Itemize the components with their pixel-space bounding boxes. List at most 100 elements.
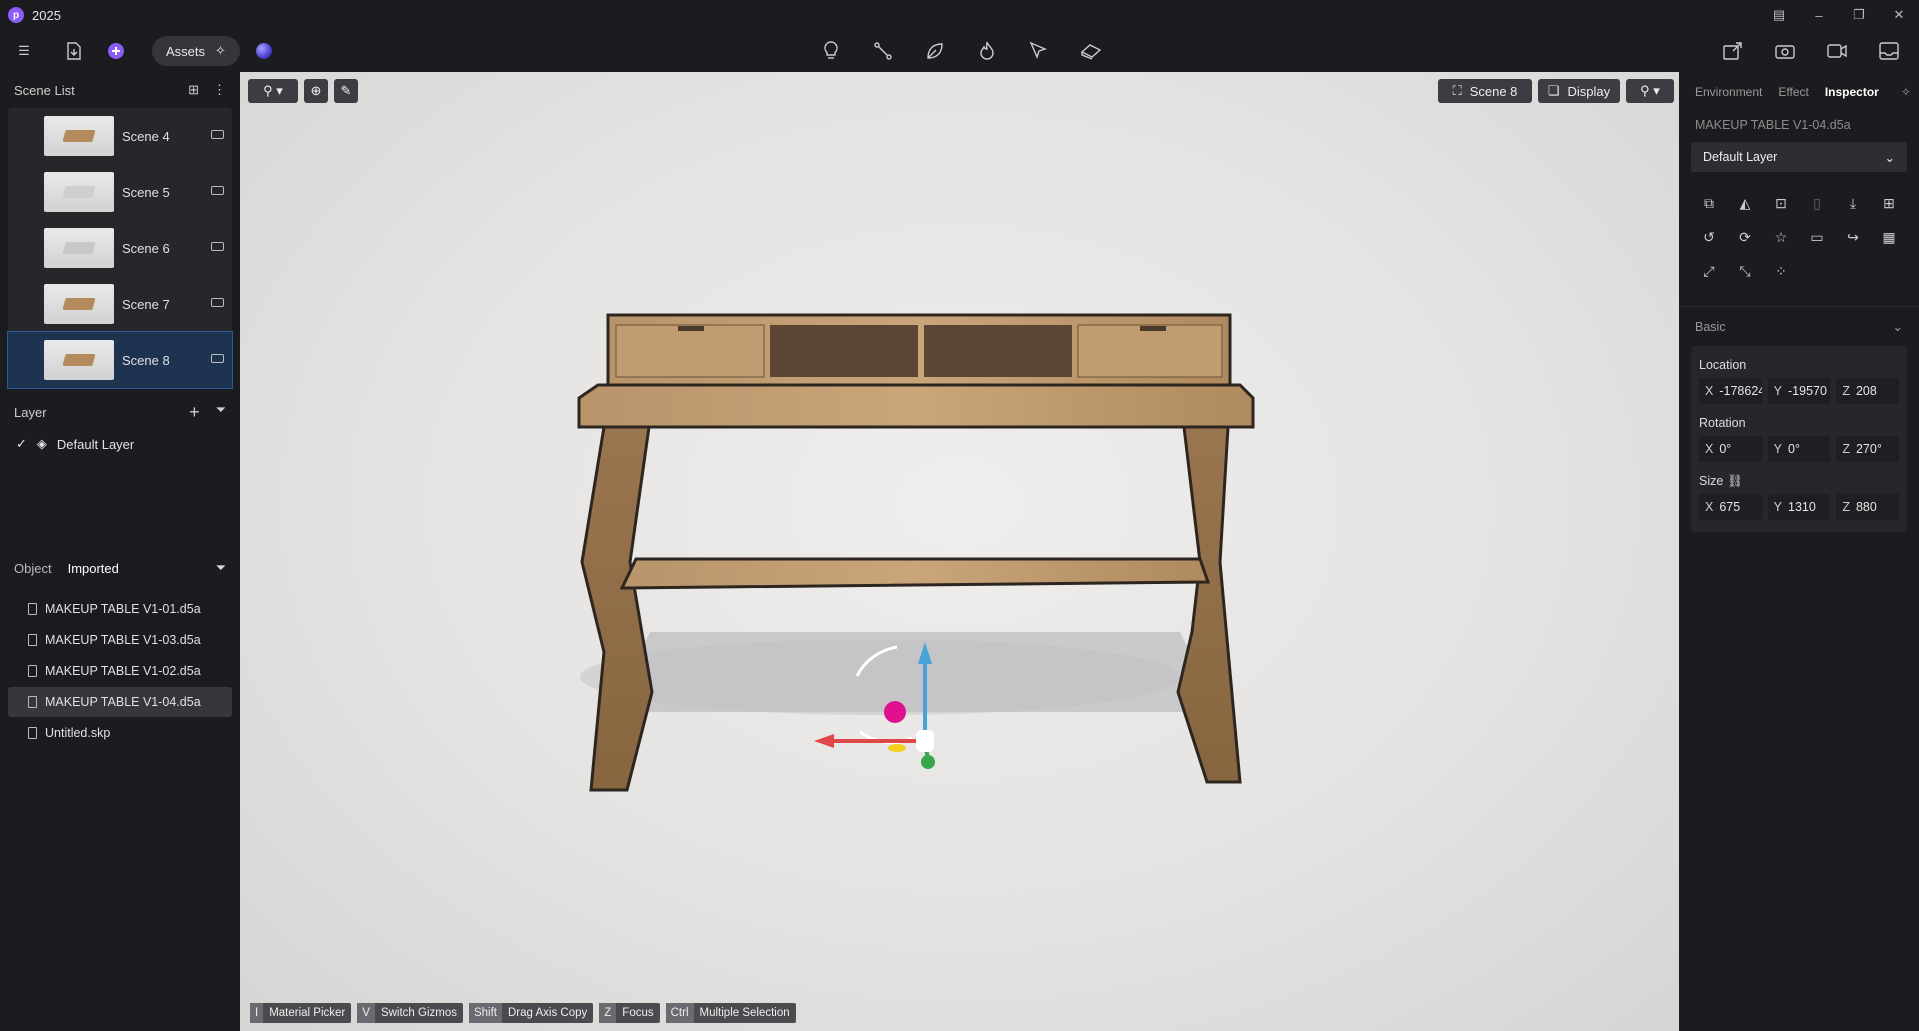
scene-item[interactable]: Scene 4 xyxy=(8,108,232,164)
scene-list-header: Scene List ⊞ ⋮ xyxy=(0,72,240,108)
select-paint-icon[interactable] xyxy=(1023,35,1055,67)
scene-camera-icon[interactable] xyxy=(211,354,224,363)
layer-item[interactable]: ✓ ◈ Default Layer xyxy=(0,430,240,458)
assets-button[interactable]: Assets ✧ xyxy=(152,36,240,66)
title-bar: p 2025 ▤ – ❐ ✕ xyxy=(0,0,1919,30)
menu-icon[interactable]: ☰ xyxy=(8,35,40,67)
layer-select[interactable]: Default Layer ⌄ xyxy=(1691,142,1907,172)
scene-item[interactable]: Scene 7 xyxy=(8,276,232,332)
array-icon[interactable]: ▦ xyxy=(1871,220,1907,254)
leaf-icon[interactable] xyxy=(919,35,951,67)
focus-object-icon[interactable]: ⊡ xyxy=(1763,186,1799,220)
hint-key: Z xyxy=(599,1003,617,1023)
hint-item: Shift Drag Axis Copy xyxy=(468,1003,594,1023)
filter-icon[interactable]: ⏷ xyxy=(216,402,226,423)
tab-effect[interactable]: Effect xyxy=(1778,85,1808,99)
fire-icon[interactable] xyxy=(971,35,1003,67)
output-tools xyxy=(1717,35,1905,67)
size-label: Size xyxy=(1699,474,1724,488)
location-z-field[interactable]: Z 208 xyxy=(1836,378,1900,404)
file-item[interactable]: MAKEUP TABLE V1-03.d5a xyxy=(8,625,232,655)
transform-properties: Location X -178624 Y -19570 Z 208 Rotation … xyxy=(1691,346,1907,532)
shortcut-hints: I Material Picker V Switch Gizmos Shift Dra… xyxy=(250,1003,796,1023)
hint-label: Drag Axis Copy xyxy=(508,1007,588,1019)
makeup-table-model[interactable] xyxy=(240,72,1679,1031)
sparkle-icon[interactable]: ✧ xyxy=(1901,85,1911,99)
light-bulb-icon[interactable] xyxy=(815,35,847,67)
render-tray-icon[interactable] xyxy=(1873,35,1905,67)
scale-icon[interactable]: ⤢ xyxy=(1691,254,1727,288)
path-tool-icon[interactable] xyxy=(867,35,899,67)
checkmark-icon[interactable]: ✓ xyxy=(16,436,27,452)
height-icon[interactable]: ▯ xyxy=(1799,186,1835,220)
basic-section-header[interactable]: Basic ⌄ xyxy=(1679,306,1919,346)
close-icon[interactable]: ✕ xyxy=(1879,7,1919,23)
object-filter[interactable]: Imported xyxy=(68,561,119,576)
camera-icon[interactable] xyxy=(1769,35,1801,67)
chevron-down-icon: ⌄ xyxy=(1892,320,1903,334)
scene-camera-icon[interactable] xyxy=(211,130,224,139)
folder-icon[interactable]: ▭ xyxy=(1799,220,1835,254)
eraser-icon[interactable] xyxy=(1075,35,1107,67)
window-controls: ▤ – ❐ ✕ xyxy=(1759,0,1919,30)
object-tools-grid: ⧉ ◭ ⊡ ▯ ⤓ ⊞ ↺ ⟳ ☆ ▭ ↪ ▦ ⤢ ⤡ ⁘ xyxy=(1679,176,1919,288)
rotation-y-field[interactable]: Y 0° xyxy=(1767,436,1831,462)
tab-inspector[interactable]: Inspector xyxy=(1825,85,1879,99)
location-y-field[interactable]: Y -19570 xyxy=(1767,378,1831,404)
more-options-icon[interactable]: ⋮ xyxy=(213,82,226,98)
filter-icon[interactable]: ⏷ xyxy=(216,560,226,576)
material-sphere-icon[interactable] xyxy=(255,43,272,59)
file-item-active[interactable]: MAKEUP TABLE V1-04.d5a xyxy=(8,687,232,717)
scene-item-active[interactable]: Scene 8 xyxy=(7,331,233,389)
ai-plus-icon[interactable] xyxy=(100,35,132,67)
scene-camera-icon[interactable] xyxy=(211,242,224,251)
scatter-icon[interactable]: ⁘ xyxy=(1763,254,1799,288)
hint-label: Material Picker xyxy=(269,1007,346,1019)
scene-camera-icon[interactable] xyxy=(211,298,224,307)
import-file-icon[interactable] xyxy=(58,35,90,67)
size-x-value: 675 xyxy=(1719,500,1741,514)
scene-item[interactable]: Scene 6 xyxy=(8,220,232,276)
file-label: Untitled.skp xyxy=(45,726,111,740)
scene-label: Scene 4 xyxy=(122,128,170,144)
duplicate-icon[interactable]: ⧉ xyxy=(1691,186,1727,220)
layer-title: Layer xyxy=(14,404,47,420)
object-name: MAKEUP TABLE V1-04.d5a xyxy=(1695,118,1851,132)
size-x-field[interactable]: X 675 xyxy=(1699,494,1762,520)
lock-ratio-icon[interactable]: ⛓ xyxy=(1727,474,1743,488)
video-icon[interactable] xyxy=(1821,35,1853,67)
minimize-icon[interactable]: – xyxy=(1799,8,1839,23)
replace-icon[interactable]: ⟳ xyxy=(1727,220,1763,254)
favorite-icon[interactable]: ☆ xyxy=(1763,220,1799,254)
file-item[interactable]: Untitled.skp xyxy=(8,718,232,748)
add-layer-icon[interactable]: + xyxy=(189,402,200,423)
rotation-x-field[interactable]: X 0° xyxy=(1699,436,1762,462)
add-scene-icon[interactable]: ⊞ xyxy=(188,82,199,98)
share-icon[interactable]: ↪ xyxy=(1835,220,1871,254)
file-label: MAKEUP TABLE V1-03.d5a xyxy=(45,633,201,647)
object-file-list: MAKEUP TABLE V1-01.d5a MAKEUP TABLE V1-0… xyxy=(0,594,240,748)
layout-icon[interactable]: ▤ xyxy=(1759,7,1799,23)
size-fields: X 675 Y 1310 Z 880 xyxy=(1699,494,1900,520)
mirror-icon[interactable]: ◭ xyxy=(1727,186,1763,220)
file-item[interactable]: MAKEUP TABLE V1-01.d5a xyxy=(8,594,232,624)
share-image-icon[interactable] xyxy=(1717,35,1749,67)
rotation-z-field[interactable]: Z 270° xyxy=(1836,436,1900,462)
scene-thumbnail xyxy=(44,340,114,380)
scene-item[interactable]: Scene 5 xyxy=(8,164,232,220)
size-y-field[interactable]: Y 1310 xyxy=(1767,494,1831,520)
app-title: 2025 xyxy=(32,7,61,23)
export-icon[interactable]: ⊞ xyxy=(1871,186,1907,220)
location-x-value: -178624 xyxy=(1719,384,1762,398)
fit-icon[interactable]: ⤡ xyxy=(1727,254,1763,288)
file-item[interactable]: MAKEUP TABLE V1-02.d5a xyxy=(8,656,232,686)
tab-environment[interactable]: Environment xyxy=(1695,85,1762,99)
restore-icon[interactable]: ❐ xyxy=(1839,7,1879,23)
3d-viewport[interactable]: ⚲ ▾ ⊕ ✎ ⛶ Scene 8 ❏ Display ⚲ ▾ I Materi… xyxy=(240,72,1679,1031)
reset-rotation-icon[interactable]: ↺ xyxy=(1691,220,1727,254)
location-x-field[interactable]: X -178624 xyxy=(1699,378,1762,404)
file-label: MAKEUP TABLE V1-02.d5a xyxy=(45,664,201,678)
size-z-field[interactable]: Z 880 xyxy=(1836,494,1900,520)
drop-to-ground-icon[interactable]: ⤓ xyxy=(1835,186,1871,220)
scene-camera-icon[interactable] xyxy=(211,186,224,195)
